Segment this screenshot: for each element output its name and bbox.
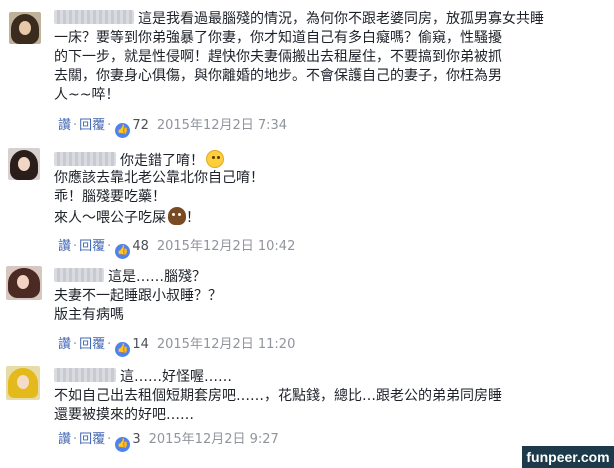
comment-line: 這是我看過最腦殘的情況，為何你不跟老婆同房，放孤男寡女共睡 — [138, 11, 544, 27]
timestamp[interactable]: 2015年12月2日 11:20 — [157, 337, 296, 352]
pile-of-poo-emoji — [168, 207, 186, 225]
comment-1: 這是我看過最腦殘的情況，為何你不跟老婆同房，放孤男寡女共睡 一床？要等到你弟強暴… — [0, 0, 614, 140]
comment-line: 版主有病嗎 — [54, 307, 124, 323]
comment-line: 還要被摸來的好吧…… — [54, 407, 194, 423]
comment-line: 來人～喂公子吃屎 — [54, 210, 166, 226]
timestamp[interactable]: 2015年12月2日 7:34 — [157, 118, 287, 133]
thinking-face-emoji — [206, 150, 224, 168]
comment-line: 乖！腦殘要吃藥！ — [54, 189, 166, 205]
comment-3: 這是……腦殘？ 夫妻不一起睡跟小叔睡？？ 版主有病嗎 讚 · 回覆 · 👍 14 2015年… — [0, 258, 614, 362]
timestamp[interactable]: 2015年12月2日 10:42 — [157, 239, 296, 254]
comment-line: 你應該去靠北老公靠北你自己唷！ — [54, 170, 264, 186]
avatar[interactable] — [6, 266, 42, 300]
like-link[interactable]: 讚 — [58, 432, 71, 447]
comment-2: 你走錯了唷！ 你應該去靠北老公靠北你自己唷！ 乖！腦殘要吃藥！ 來人～喂公子吃屎… — [0, 140, 614, 259]
comment-line: 一床？要等到你弟強暴了你妻，你才知道自己有多白癡嗎？偷窺，性騷擾 — [54, 30, 502, 46]
commenter-name-blurred[interactable] — [54, 152, 116, 166]
reply-link[interactable]: 回覆 — [79, 118, 105, 133]
comment-meta: 讚 · 回覆 · 👍 72 2015年12月2日 7:34 — [58, 118, 287, 138]
avatar[interactable] — [6, 366, 40, 400]
comment-meta: 讚 · 回覆 · 👍 14 2015年12月2日 11:20 — [58, 337, 295, 357]
watermark: funpeer.com — [522, 446, 614, 468]
comment-line: 夫妻不一起睡跟小叔睡？？ — [54, 288, 222, 304]
like-link[interactable]: 讚 — [58, 337, 71, 352]
thumbs-up-icon[interactable]: 👍 — [115, 437, 131, 452]
commenter-name-blurred[interactable] — [54, 10, 134, 24]
comment-line: 去關，你妻身心俱傷，與你離婚的地步。不會保護自己的妻子，你枉為男 — [54, 68, 502, 84]
comment-text: 這是……腦殘？ 夫妻不一起睡跟小叔睡？？ 版主有病嗎 — [54, 268, 222, 325]
thumbs-up-icon[interactable]: 👍 — [115, 342, 131, 357]
comment-line: 人~~啐！ — [54, 87, 120, 103]
comment-meta: 讚 · 回覆 · 👍 48 2015年12月2日 10:42 — [58, 239, 295, 259]
comment-line: 這……好怪喔…… — [120, 369, 232, 385]
like-count[interactable]: 14 — [132, 337, 149, 352]
comment-line: 的下一步，就是性侵啊！趕快你夫妻倆搬出去租屋住，不要搞到你弟被抓 — [54, 49, 502, 65]
reply-link[interactable]: 回覆 — [79, 337, 105, 352]
avatar[interactable] — [8, 148, 40, 180]
comment-line: 這是……腦殘？ — [108, 269, 206, 285]
reply-link[interactable]: 回覆 — [79, 432, 105, 447]
comment-text: 這……好怪喔…… 不如自己出去租個短期套房吧……，花點錢，總比…跟老公的弟弟同房… — [54, 368, 502, 425]
comment-text: 你走錯了唷！ 你應該去靠北老公靠北你自己唷！ 乖！腦殘要吃藥！ 來人～喂公子吃屎… — [54, 150, 264, 226]
like-count[interactable]: 48 — [132, 239, 149, 254]
comment-line: 你走錯了唷！ — [120, 153, 204, 169]
commenter-name-blurred[interactable] — [54, 368, 116, 382]
thumbs-up-icon[interactable]: 👍 — [115, 244, 131, 259]
like-link[interactable]: 讚 — [58, 118, 71, 133]
timestamp[interactable]: 2015年12月2日 9:27 — [149, 432, 279, 447]
thumbs-up-icon[interactable]: 👍 — [115, 123, 131, 138]
avatar[interactable] — [9, 12, 41, 44]
like-count[interactable]: 3 — [132, 432, 140, 447]
comment-line-end: ！ — [186, 210, 200, 226]
comment-meta: 讚 · 回覆 · 👍 3 2015年12月2日 9:27 — [58, 432, 279, 452]
like-link[interactable]: 讚 — [58, 239, 71, 254]
comment-line: 不如自己出去租個短期套房吧……，花點錢，總比…跟老公的弟弟同房睡 — [54, 388, 502, 404]
comment-text: 這是我看過最腦殘的情況，為何你不跟老婆同房，放孤男寡女共睡 一床？要等到你弟強暴… — [54, 10, 544, 105]
reply-link[interactable]: 回覆 — [79, 239, 105, 254]
like-count[interactable]: 72 — [132, 118, 149, 133]
commenter-name-blurred[interactable] — [54, 268, 104, 282]
